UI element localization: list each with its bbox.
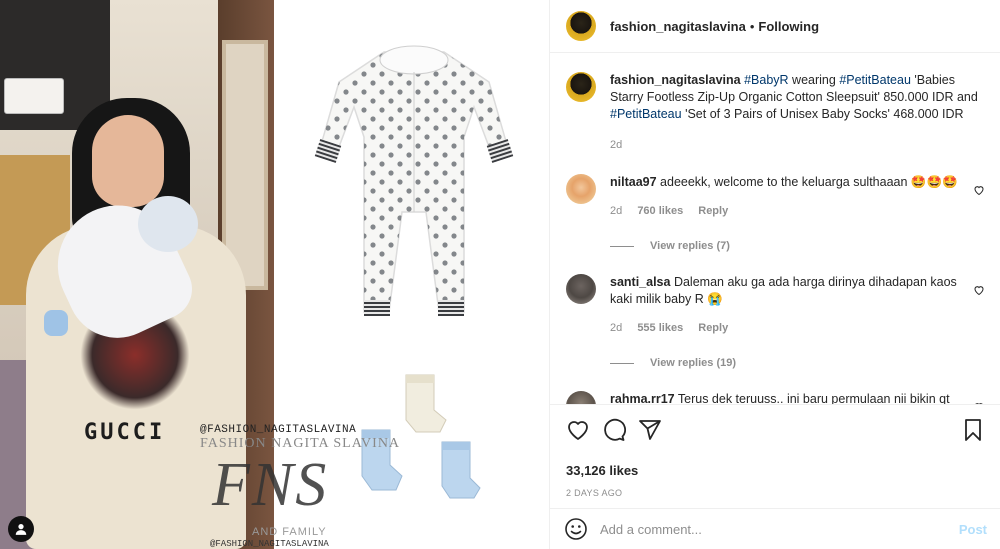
comment-bubble-icon[interactable]: [602, 418, 626, 442]
post-actions: 33,126 likes 2 DAYS AGO: [550, 404, 1000, 498]
comment-username[interactable]: niltaa97: [610, 175, 657, 189]
hashtag-petitbateau[interactable]: #PetitBateau: [839, 73, 911, 87]
comments-section[interactable]: fashion_nagitaslavina #BabyR wearing #Pe…: [550, 54, 1000, 404]
comment-item: niltaa97 adeeekk, welcome to the keluarg…: [566, 174, 985, 252]
watermark-family: AND FAMILY: [252, 526, 327, 538]
comment-time[interactable]: 2d: [610, 322, 622, 334]
comment-username[interactable]: rahma.rr17: [610, 392, 675, 404]
socks-image: [361, 374, 481, 499]
like-heart-icon[interactable]: [566, 418, 590, 442]
commenter-avatar[interactable]: [566, 391, 596, 404]
view-replies-label: View replies (7): [650, 240, 730, 252]
comment-like-heart-icon[interactable]: [973, 284, 985, 296]
likes-count[interactable]: 33,126 likes: [566, 463, 985, 478]
caption-time[interactable]: 2d: [610, 137, 985, 154]
comment-likes[interactable]: 555 likes: [637, 322, 683, 334]
caption-text: wearing: [788, 73, 840, 87]
watermark-handle: @FASHION_NAGITASLAVINA: [200, 424, 357, 436]
share-icon[interactable]: [638, 418, 662, 442]
comment-text: adeeekk, welcome to the keluarga sulthaa…: [660, 175, 958, 189]
post-header: fashion_nagitaslavina • Following: [550, 0, 1000, 53]
posted-time[interactable]: 2 DAYS AGO: [566, 488, 985, 498]
jacket-text: GUCCI: [84, 420, 166, 445]
caption-username[interactable]: fashion_nagitaslavina: [610, 73, 741, 87]
reply-button[interactable]: Reply: [698, 205, 728, 217]
comment-likes[interactable]: 760 likes: [637, 205, 683, 217]
tagged-users-icon[interactable]: [8, 516, 34, 542]
commenter-avatar[interactable]: [566, 274, 596, 304]
add-comment-bar: Post: [550, 508, 1000, 549]
bookmark-icon[interactable]: [961, 418, 985, 442]
post-details-panel: fashion_nagitaslavina • Following fashio…: [549, 0, 1000, 549]
view-replies-label: View replies (19): [650, 357, 737, 369]
hashtag-petitbateau[interactable]: #PetitBateau: [610, 107, 682, 121]
air-conditioner: [4, 78, 64, 114]
reply-button[interactable]: Reply: [698, 322, 728, 334]
comment-item: santi_alsa Daleman aku ga ada harga diri…: [566, 274, 985, 369]
commenter-avatar[interactable]: [566, 174, 596, 204]
comment-time[interactable]: 2d: [610, 205, 622, 217]
watermark-handle-bottom: @FASHION_NAGITASLAVINA: [210, 539, 329, 549]
separator-dot: •: [749, 18, 755, 34]
comment-item: rahma.rr17 Terus dek teruuss.. ini baru …: [566, 391, 985, 404]
emoji-icon[interactable]: [564, 517, 588, 541]
watermark-logo: FNS: [212, 451, 329, 519]
view-replies-button[interactable]: View replies (19): [610, 357, 985, 369]
comment-input[interactable]: [600, 521, 959, 537]
avatar[interactable]: [566, 11, 596, 41]
header-username[interactable]: fashion_nagitaslavina: [610, 19, 746, 34]
following-button[interactable]: Following: [758, 19, 819, 34]
post-image[interactable]: GUCCI @FASHION_NAGITASLAVINA FASHION NAG…: [0, 0, 549, 549]
hashtag-babyr[interactable]: #BabyR: [744, 73, 788, 87]
caption-avatar[interactable]: [566, 72, 596, 102]
caption-text: 'Set of 3 Pairs of Unisex Baby Socks' 46…: [681, 107, 964, 121]
caption: fashion_nagitaslavina #BabyR wearing #Pe…: [566, 72, 985, 154]
comment-text: Terus dek teruuss.. ini baru permulaan n…: [677, 392, 950, 404]
post-button[interactable]: Post: [959, 522, 987, 537]
face: [92, 115, 164, 207]
comment-like-heart-icon[interactable]: [973, 184, 985, 196]
comment-username[interactable]: santi_alsa: [610, 275, 670, 289]
sleepsuit-image: [314, 45, 514, 316]
view-replies-button[interactable]: View replies (7): [610, 240, 985, 252]
